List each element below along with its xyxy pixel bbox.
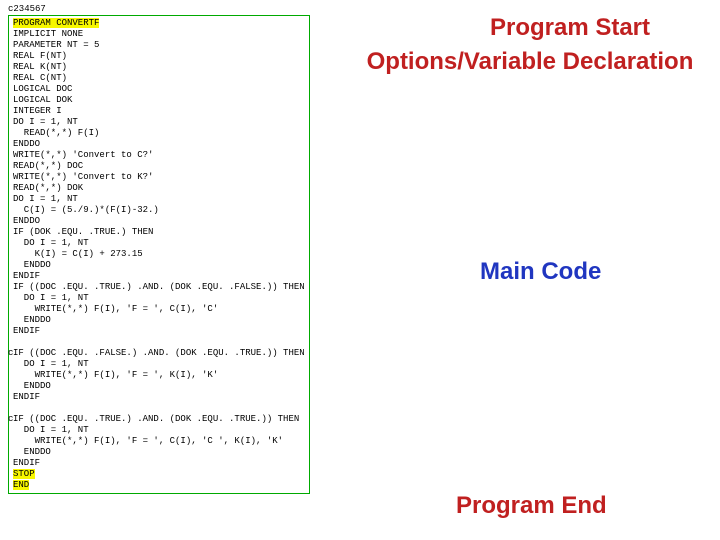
code-line: DO I = 1, NT — [13, 293, 89, 303]
comment-margin-c: c — [8, 348, 13, 358]
code-line: LOGICAL DOK — [13, 95, 72, 105]
code-line: DO I = 1, NT — [13, 117, 78, 127]
code-line: IF ((DOC .EQU. .TRUE.) .AND. (DOK .EQU. … — [13, 414, 299, 424]
code-line: DO I = 1, NT — [13, 194, 78, 204]
code-line: WRITE(*,*) F(I), 'F = ', C(I), 'C' — [13, 304, 218, 314]
code-line: REAL C(NT) — [13, 73, 67, 83]
code-line: C(I) = (5./9.)*(F(I)-32.) — [13, 205, 159, 215]
column-ruler: c234567 — [8, 4, 310, 15]
stop-line: STOP — [13, 469, 35, 479]
code-line: REAL F(NT) — [13, 51, 67, 61]
code-line: K(I) = C(I) + 273.15 — [13, 249, 143, 259]
label-program-end: Program End — [456, 492, 607, 520]
code-line: ENDIF — [13, 458, 40, 468]
code-line: ENDIF — [13, 271, 40, 281]
code-line: ENDIF — [13, 326, 40, 336]
code-line: LOGICAL DOC — [13, 84, 72, 94]
code-line: DO I = 1, NT — [13, 238, 89, 248]
code-line: ENDDO — [13, 447, 51, 457]
code-line: DO I = 1, NT — [13, 359, 89, 369]
code-column: c234567 PROGRAM CONVERTF IMPLICIT NONE P… — [8, 4, 310, 494]
label-options-variable-declaration: Options/Variable Declaration — [340, 48, 720, 76]
code-line: INTEGER I — [13, 106, 62, 116]
code-line: WRITE(*,*) 'Convert to K?' — [13, 172, 153, 182]
code-line: ENDIF — [13, 392, 40, 402]
code-line: PARAMETER NT = 5 — [13, 40, 99, 50]
code-line: ENDDO — [13, 260, 51, 270]
program-start-line: PROGRAM CONVERTF — [13, 18, 99, 28]
code-line: WRITE(*,*) F(I), 'F = ', K(I), 'K' — [13, 370, 218, 380]
label-program-start: Program Start — [430, 14, 710, 42]
code-line: READ(*,*) DOC — [13, 161, 83, 171]
code-line: ENDDO — [13, 139, 40, 149]
code-line: IF ((DOC .EQU. .FALSE.) .AND. (DOK .EQU.… — [13, 348, 305, 358]
code-line: READ(*,*) DOK — [13, 183, 83, 193]
code-line: REAL K(NT) — [13, 62, 67, 72]
end-line: END — [13, 480, 29, 490]
code-line: DO I = 1, NT — [13, 425, 89, 435]
code-block: PROGRAM CONVERTF IMPLICIT NONE PARAMETER… — [8, 15, 310, 494]
code-line: READ(*,*) F(I) — [13, 128, 99, 138]
code-line: IMPLICIT NONE — [13, 29, 83, 39]
code-line: ENDDO — [13, 315, 51, 325]
comment-margin-c: c — [8, 414, 13, 424]
code-line: WRITE(*,*) F(I), 'F = ', C(I), 'C ', K(I… — [13, 436, 283, 446]
code-line: WRITE(*,*) 'Convert to C?' — [13, 150, 153, 160]
code-line: ENDDO — [13, 381, 51, 391]
code-line: IF (DOK .EQU. .TRUE.) THEN — [13, 227, 153, 237]
label-main-code: Main Code — [480, 258, 601, 286]
code-line: IF ((DOC .EQU. .TRUE.) .AND. (DOK .EQU. … — [13, 282, 305, 292]
code-line: ENDDO — [13, 216, 40, 226]
